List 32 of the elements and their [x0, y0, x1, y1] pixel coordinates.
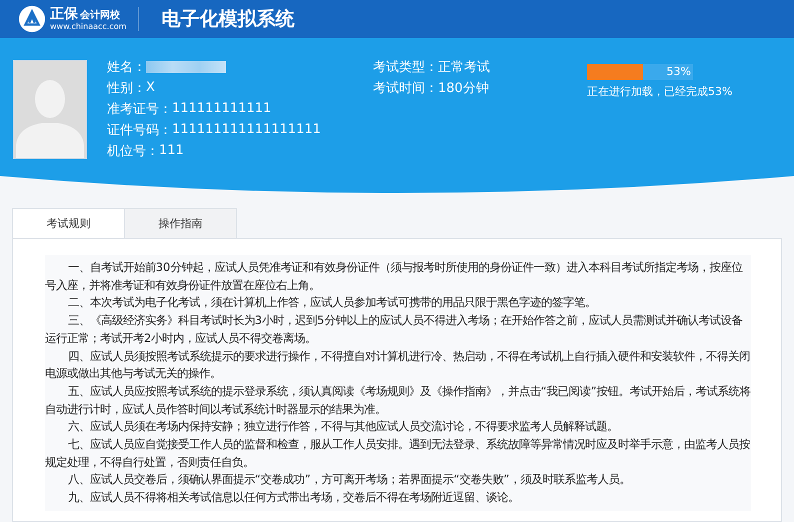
rule-paragraph: 五、应试人员应按照考试系统的提示登录系统，须认真阅读《考场规则》及《操作指南》，并点击“我已阅读”按钮。考试开始后，考试系统将自动进行计时，应试人员作答时间以考试系统计时器显示的结果为准。 — [45, 382, 751, 418]
brand-name: 正保 — [50, 7, 78, 21]
field-label: 性别： — [107, 80, 146, 96]
field-label: 考试时间： — [373, 80, 438, 96]
rule-paragraph: 四、应试人员须按照考试系统提示的要求进行操作，不得擅自对计算机进行冷、热启动，不得在考试机上自行插入硬件和安装软件，不得关闭电源或做出其他与考试无关的操作。 — [45, 348, 751, 382]
system-title: 电子化模拟系统 — [161, 7, 294, 32]
field-label: 证件号码： — [107, 122, 172, 138]
rule-paragraph: 二、本次考试为电子化考试，须在计算机上作答，应试人员参加考试可携带的用品只限于黑色字迹的签字笔。 — [66, 294, 597, 312]
rule-paragraph: 三、《高级经济实务》科目考试时长为3小时，迟到5分钟以上的应试人员不得进入考场；在开始作答之前，应试人员需测试并确认考试设备运行正常；考试开考2小时内，应试人员不得交卷离场。 — [45, 312, 744, 347]
field-label: 考试类型： — [373, 58, 438, 76]
field-value: 111111111111 — [172, 101, 272, 116]
field-value: X — [146, 80, 155, 95]
logo-icon — [18, 5, 46, 33]
rule-paragraph: 六、应试人员须在考场内保持安静；独立进行作答，不得与其他应试人员交流讨论，不得要求监考人员解释试题。 — [66, 418, 619, 436]
field-value: 正常考试 — [438, 58, 490, 76]
loading-status: 正在进行加载，已经完成53% — [587, 84, 732, 99]
rule-paragraph: 七、应试人员应自觉接受工作人员的监督和检查，服从工作人员安排。遇到无法登录、系统故障等异常情况时应及时举手示意，由监考人员按规定处理，不得自行处置，否则责任自负。 — [45, 436, 751, 471]
field-label: 准考证号： — [107, 100, 172, 118]
field-label: 机位号： — [107, 142, 159, 160]
rule-paragraph: 八、应试人员交卷后，须确认界面提示“交卷成功”，方可离开考场；若界面提示“交卷失败”，须及时联系监考人员。 — [66, 471, 632, 488]
field-value: 111 — [159, 143, 184, 158]
brand-subtitle: 会计网校 — [80, 11, 120, 21]
brand-url: www.chinaacc.com — [50, 23, 126, 31]
tab[interactable]: 考试规则 — [12, 208, 125, 238]
avatar-placeholder-icon — [13, 60, 87, 159]
tab[interactable]: 操作指南 — [124, 208, 237, 238]
field-value: 111111111111111111 — [172, 122, 321, 137]
field-value: 180分钟 — [438, 80, 489, 96]
rule-paragraph: 一、自考试开始前30分钟起，应试人员凭准考证和有效身份证件（须与报考时所使用的身份证件一致）进入本科目考试所指定考场，按座位号入座，并将准考证和有效身份证件放置在座位右上角。 — [45, 259, 744, 294]
rule-paragraph: 九、应试人员不得将相关考试信息以任何方式带出考场，交卷后不得在考场附近逗留、谈论。 — [66, 489, 520, 506]
progress-reading: 53% — [666, 64, 691, 80]
field-label: 姓名： — [107, 58, 146, 76]
